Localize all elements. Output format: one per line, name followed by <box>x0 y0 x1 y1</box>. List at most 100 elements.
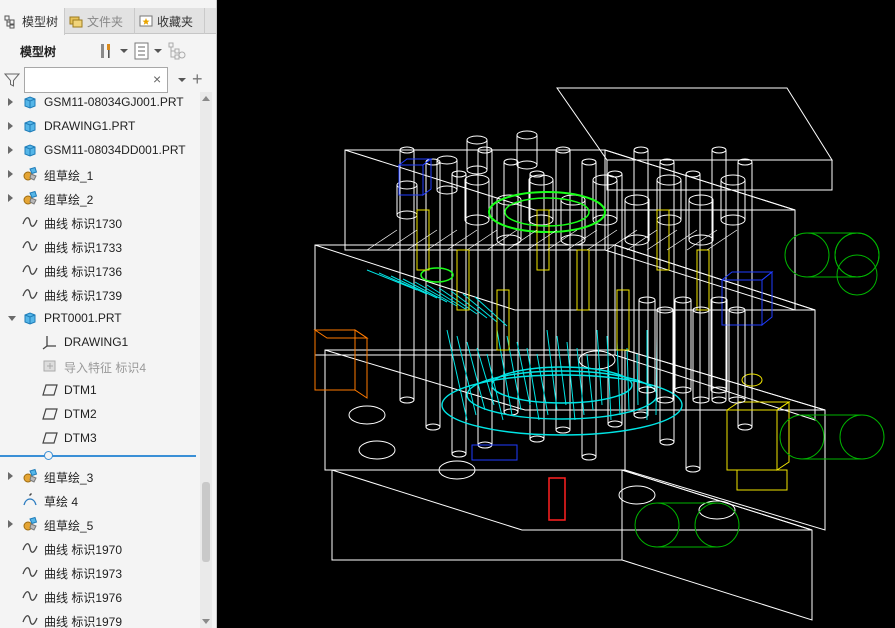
graphics-viewport[interactable] <box>217 0 895 628</box>
side-action-block <box>313 329 369 339</box>
tree-item[interactable]: 组草绘_2 <box>0 186 200 210</box>
tree-item[interactable]: DTM3 <box>0 426 200 450</box>
tree-item[interactable]: 曲线 标识1973 <box>0 560 200 584</box>
expand-arrow-icon[interactable] <box>8 472 13 480</box>
bottom-clamp-plate <box>331 469 813 531</box>
folder-browser-icon <box>69 16 83 28</box>
guide-bush <box>358 440 396 460</box>
scroll-down-icon[interactable] <box>202 619 210 624</box>
tree-item-label: GSM11-08034GJ001.PRT <box>44 95 184 109</box>
expand-arrow-icon[interactable] <box>8 170 13 178</box>
tab-model-tree[interactable]: 模型树 <box>0 8 66 35</box>
expand-arrow-icon[interactable] <box>8 520 13 528</box>
scrollbar-thumb[interactable] <box>202 482 210 562</box>
tree-item[interactable]: 曲线 标识1739 <box>0 282 200 306</box>
tree-item-label: 曲线 标识1976 <box>44 591 123 605</box>
ejector-pin <box>711 146 727 154</box>
curve-icon <box>22 615 38 625</box>
slider-part <box>536 209 550 271</box>
cooling-line <box>596 329 603 406</box>
wireframe-edge <box>506 229 538 251</box>
mold-assembly-wireframe[interactable] <box>217 0 895 628</box>
top-plate-outline <box>556 87 833 161</box>
tree-item-label: DRAWING1 <box>64 335 129 349</box>
group-icon <box>23 166 38 181</box>
cooling-line <box>446 329 468 421</box>
expand-arrow-icon[interactable] <box>8 194 13 202</box>
locking-block <box>398 164 424 196</box>
tree-item[interactable]: 曲线 标识1970 <box>0 536 200 560</box>
ejector-pin <box>685 170 701 178</box>
guide-bush <box>348 405 386 425</box>
ejector-pin <box>659 438 675 446</box>
bushing <box>720 174 746 186</box>
tree-item-label: DTM1 <box>64 383 97 397</box>
curve-icon <box>22 289 38 299</box>
tree-settings-button[interactable] <box>98 40 128 62</box>
tree-item[interactable]: 曲线 标识1976 <box>0 584 200 608</box>
ejector-pin <box>451 170 467 178</box>
tree-item[interactable]: PRT0001.PRT <box>0 306 200 330</box>
tree-show-button[interactable] <box>134 40 162 62</box>
tree-item[interactable]: 曲线 标识1733 <box>0 234 200 258</box>
expand-arrow-icon[interactable] <box>8 98 13 106</box>
ejector-pin <box>607 420 623 428</box>
tree-item[interactable]: DTM1 <box>0 378 200 402</box>
tree-item-label: 曲线 标识1970 <box>44 543 123 557</box>
clear-search-icon[interactable]: × <box>153 71 161 87</box>
return-pin <box>638 296 656 304</box>
wireframe-edge <box>386 229 418 251</box>
tree-item[interactable]: GSM11-08034GJ001.PRT <box>0 92 200 114</box>
tree-item[interactable]: DTM2 <box>0 402 200 426</box>
tree-item[interactable]: DRAWING1 <box>0 330 200 354</box>
tree-columns-button[interactable] <box>168 40 186 62</box>
wireframe-edge <box>586 229 618 251</box>
guide-post <box>516 130 538 140</box>
tab-folder-browser[interactable]: 文件夹 <box>65 8 136 34</box>
cooling-line <box>474 296 508 327</box>
tree-item[interactable]: GSM11-08034DD001.PRT <box>0 138 200 162</box>
ejector-pin <box>555 426 571 434</box>
tree-item[interactable]: 导入特征 标识4 <box>0 354 200 378</box>
search-options-dropdown-icon[interactable] <box>178 78 186 82</box>
tree-item[interactable]: 组草绘_1 <box>0 162 200 186</box>
insert-here-line[interactable] <box>0 455 196 457</box>
insert-here-handle[interactable] <box>44 451 53 460</box>
scroll-up-icon[interactable] <box>202 96 210 101</box>
locking-block <box>720 271 774 281</box>
tree-search-input[interactable] <box>24 67 168 93</box>
model-tree-icon <box>4 15 15 28</box>
cooling-line <box>636 353 639 406</box>
tree-item[interactable]: 组草绘_5 <box>0 512 200 536</box>
part-icon <box>24 96 36 109</box>
slider-part <box>576 249 590 311</box>
tree-item[interactable]: DRAWING1.PRT <box>0 114 200 138</box>
bushing <box>656 174 682 186</box>
hydraulic-cylinder <box>694 502 740 548</box>
tree-item[interactable]: 曲线 标识1736 <box>0 258 200 282</box>
ejector-pin <box>737 423 753 431</box>
tree-item[interactable]: 组草绘_3 <box>0 464 200 488</box>
tab-model-tree-label: 模型树 <box>22 15 59 29</box>
add-filter-icon[interactable]: + <box>192 70 203 88</box>
collapse-arrow-icon[interactable] <box>8 316 16 321</box>
csys-icon <box>42 336 56 350</box>
tab-folder-browser-label: 文件夹 <box>87 14 124 29</box>
return-pin <box>674 296 692 304</box>
tree-item[interactable]: 曲线 标识1730 <box>0 210 200 234</box>
tree-scrollbar[interactable] <box>200 92 212 628</box>
group-icon <box>23 468 38 483</box>
filter-funnel-icon[interactable] <box>4 72 20 88</box>
slider-part <box>616 289 630 351</box>
tree-toolbar: 模型树 <box>0 38 216 64</box>
sketch-icon <box>23 493 37 506</box>
expand-arrow-icon[interactable] <box>8 122 13 130</box>
ejector-pin <box>581 158 597 166</box>
tab-favorites[interactable]: 收藏夹 <box>135 8 206 34</box>
expand-arrow-icon[interactable] <box>8 146 13 154</box>
tree-item[interactable]: 曲线 标识1979 <box>0 608 200 628</box>
wireframe-edge <box>526 229 558 251</box>
bushing <box>464 214 490 226</box>
hydraulic-cylinder <box>836 254 878 296</box>
tree-item[interactable]: 草绘 4 <box>0 488 200 512</box>
